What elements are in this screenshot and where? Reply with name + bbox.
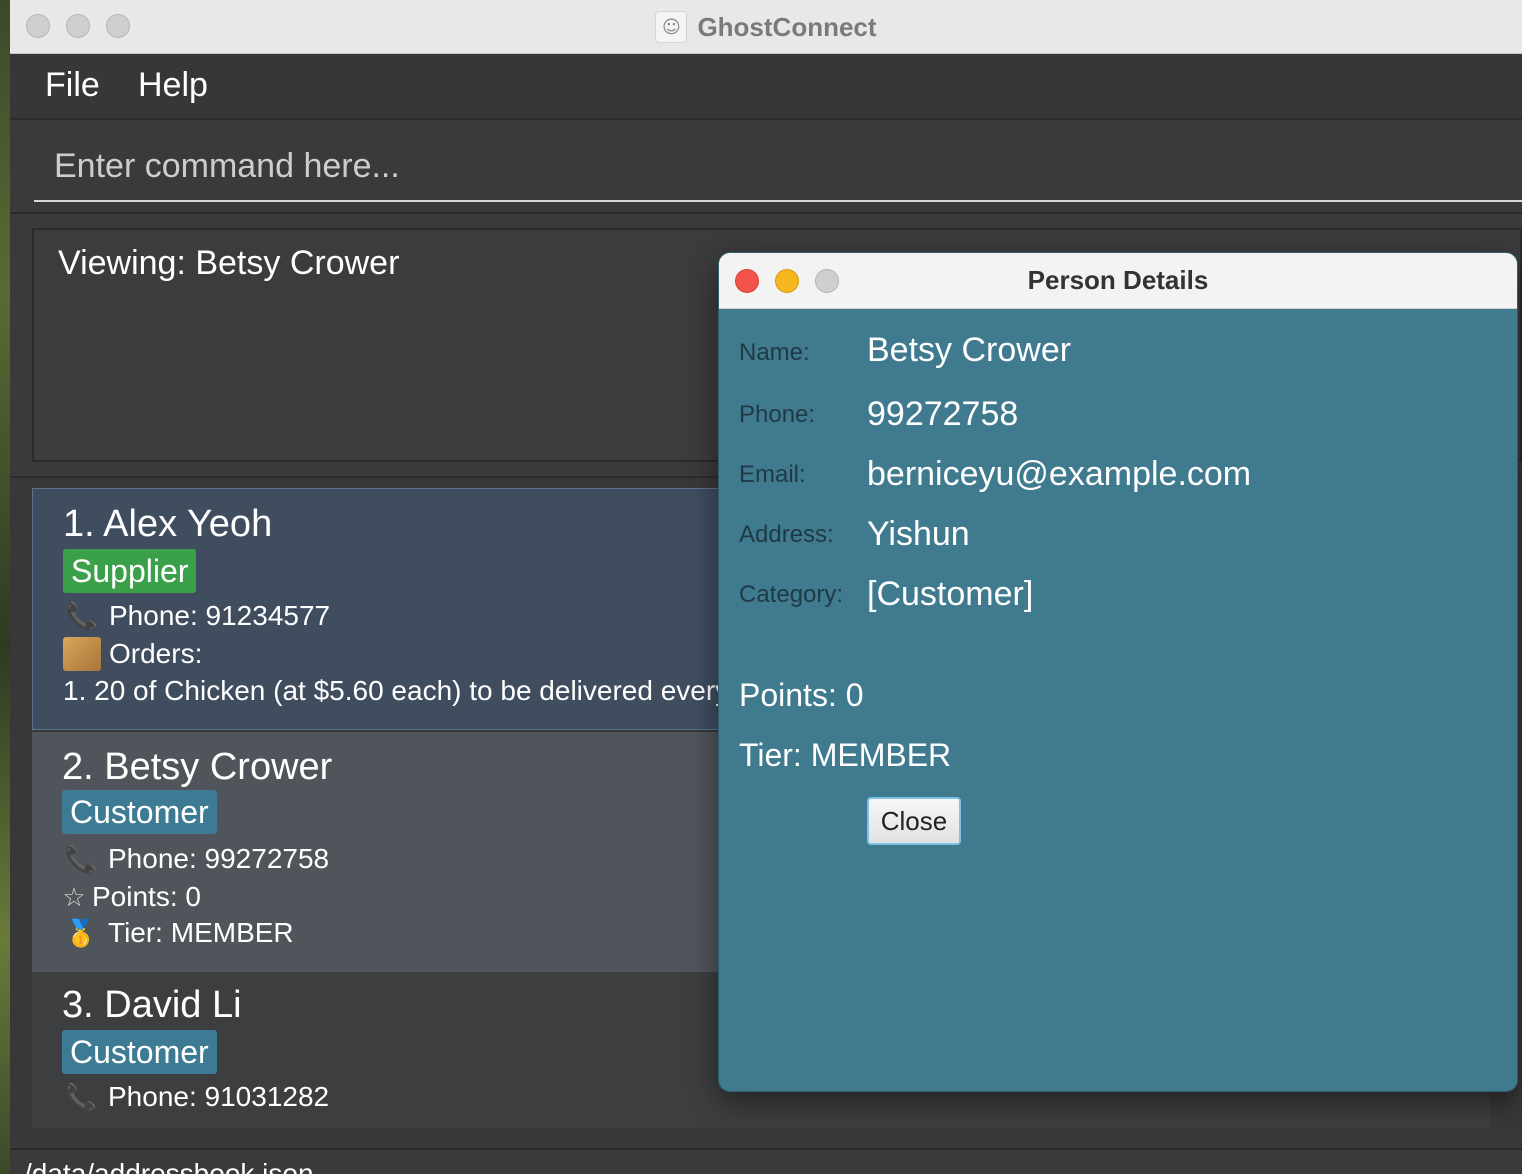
tag-customer: Customer	[62, 1030, 217, 1074]
phone-text: Phone: 99272758	[108, 843, 330, 874]
title-wrap: ☺ GhostConnect	[10, 0, 1522, 54]
menu-help[interactable]: Help	[138, 66, 208, 105]
menu-file[interactable]: File	[45, 66, 100, 105]
tier-text: Tier: MEMBER	[108, 917, 294, 948]
phone-text: Phone: 91234577	[109, 600, 331, 631]
phone-text: Phone: 91031282	[108, 1081, 330, 1112]
tag-supplier: Supplier	[63, 549, 197, 593]
address-value: Yishun	[867, 515, 970, 553]
address-label: Address:	[739, 521, 834, 548]
star-icon: ☆	[62, 881, 86, 912]
orders-line: Orders:	[63, 637, 202, 671]
dialog-title: Person Details	[1027, 265, 1209, 295]
person-details-dialog: Person Details Name: Betsy Crower Phone:…	[718, 252, 1518, 1092]
ghost-icon: ☺	[655, 11, 688, 43]
medal-icon: 🥇	[64, 917, 98, 948]
menu-bar: File Help	[10, 54, 1522, 120]
orders-label: Orders:	[109, 638, 203, 669]
result-text: Viewing: Betsy Crower	[58, 244, 400, 282]
person-name: 2. Betsy Crower	[62, 746, 333, 788]
points-text: Points: 0	[739, 677, 864, 713]
email-label: Email:	[739, 461, 806, 488]
email-value: berniceyu@example.com	[867, 455, 1252, 493]
category-label: Category:	[739, 581, 844, 608]
phone-icon: 📞	[65, 600, 99, 631]
phone-line: 📞 Phone: 91031282	[62, 1080, 329, 1114]
save-location: /data/addressbook.json	[24, 1158, 314, 1174]
package-icon	[63, 637, 101, 671]
phone-label: Phone:	[739, 401, 816, 428]
tier-text: Tier: MEMBER	[739, 737, 952, 773]
order-item: 1. 20 of Chicken (at $5.60 each) to be d…	[63, 675, 768, 707]
phone-icon: 📞	[64, 1081, 98, 1112]
tag-customer: Customer	[62, 790, 217, 834]
order-text: 1. 20 of Chicken (at $5.60 each) to be d…	[63, 675, 769, 706]
dialog-title-bar[interactable]: Person Details	[719, 253, 1517, 309]
phone-value: 99272758	[867, 395, 1019, 433]
command-input[interactable]	[54, 140, 1514, 192]
phone-icon: 📞	[64, 843, 98, 874]
name-value: Betsy Crower	[867, 331, 1072, 369]
category-value: [Customer]	[867, 575, 1034, 613]
name-label: Name:	[739, 339, 810, 366]
window-title: GhostConnect	[697, 11, 877, 42]
tier-line: 🥇 Tier: MEMBER	[62, 916, 294, 950]
points-text: Points: 0	[92, 881, 201, 912]
points-line: ☆ Points: 0	[62, 880, 201, 914]
title-bar[interactable]: ☺ GhostConnect	[10, 0, 1522, 54]
person-name: 3. David Li	[62, 984, 242, 1026]
phone-line: 📞 Phone: 91234577	[63, 599, 330, 633]
close-button[interactable]: Close	[867, 797, 961, 845]
phone-line: 📞 Phone: 99272758	[62, 842, 329, 876]
command-box	[34, 130, 1522, 202]
status-bar: /data/addressbook.json	[10, 1148, 1522, 1174]
person-name: 1. Alex Yeoh	[63, 503, 273, 545]
